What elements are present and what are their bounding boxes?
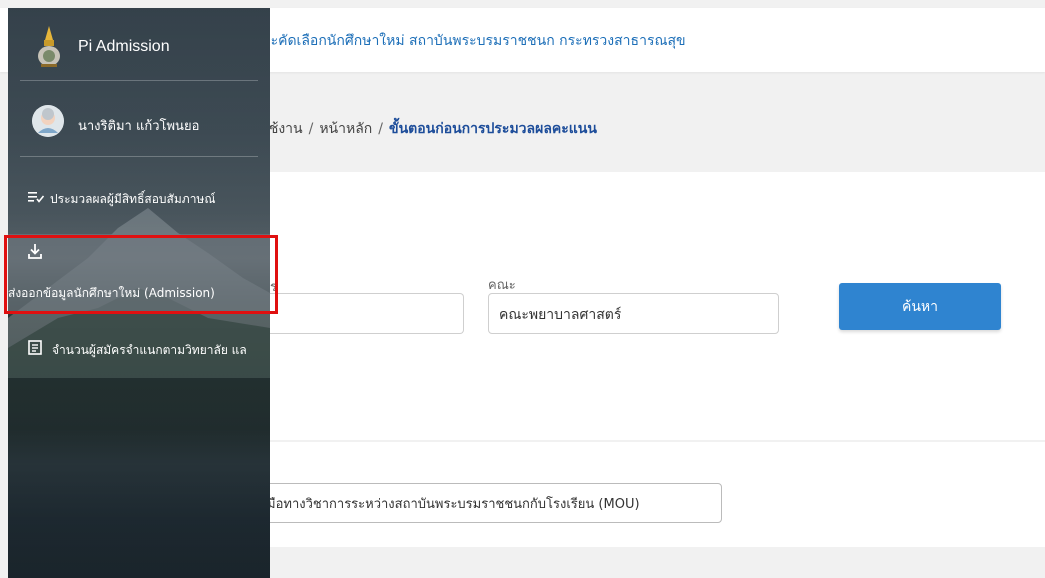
sidebar-item-export-admission[interactable]: ส่งออกข้อมูลนักศึกษาใหม่ (Admission) (8, 234, 270, 314)
mou-button[interactable]: มือทางวิชาการระหว่างสถาบันพระบรมราชชนกกั… (240, 483, 722, 523)
faculty-label: คณะ (488, 278, 516, 293)
page-header-title: ละคัดเลือกนักศึกษาใหม่ สถาบันพระบรมราชชน… (262, 33, 686, 49)
sidebar-item-applicant-count[interactable]: จำนวนผู้สมัครจำแนกตามวิทยาลัย แล (8, 330, 270, 364)
sidebar-item-label: ส่งออกข้อมูลนักศึกษาใหม่ (Admission) (8, 286, 215, 300)
sidebar-divider (20, 80, 258, 81)
search-button[interactable]: ค้นหา (839, 283, 1001, 330)
brand-title: Pi Admission (78, 38, 170, 55)
sidebar-item-label: ประมวลผลผู้มีสิทธิ์สอบสัมภาษณ์ (50, 192, 216, 206)
filter-input[interactable] (262, 293, 464, 334)
breadcrumb-separator: / (378, 121, 383, 137)
sidebar-item-label: จำนวนผู้สมัครจำแนกตามวิทยาลัย แล (52, 343, 247, 357)
sidebar-divider (20, 156, 258, 157)
list-check-icon (28, 192, 44, 203)
avatar[interactable] (32, 105, 64, 137)
document-icon (28, 340, 42, 355)
user-name: นางริติมา แก้วโพนยอ (78, 119, 200, 134)
faculty-select[interactable]: คณะพยาบาลศาสตร์ (488, 293, 779, 334)
download-icon (28, 244, 42, 259)
sidebar: Pi Admission นางริติมา แก้วโพนยอ ประมวลผ… (8, 8, 270, 578)
breadcrumb-separator: / (308, 121, 314, 137)
breadcrumb-item-home[interactable]: หน้าหลัก (319, 121, 372, 137)
user-avatar-icon (32, 105, 64, 137)
breadcrumb-current: ขั้นตอนก่อนการประมวลผลคะแนน (389, 121, 597, 137)
sidebar-item-interview-processing[interactable]: ประมวลผลผู้มีสิทธิ์สอบสัมภาษณ์ (8, 180, 270, 214)
sidebar-brand[interactable]: Pi Admission (8, 8, 270, 84)
breadcrumb: ใช้งาน / หน้าหลัก / ขั้นตอนก่อนการประมวลผลคะ… (262, 118, 597, 140)
logo-icon (38, 26, 60, 67)
